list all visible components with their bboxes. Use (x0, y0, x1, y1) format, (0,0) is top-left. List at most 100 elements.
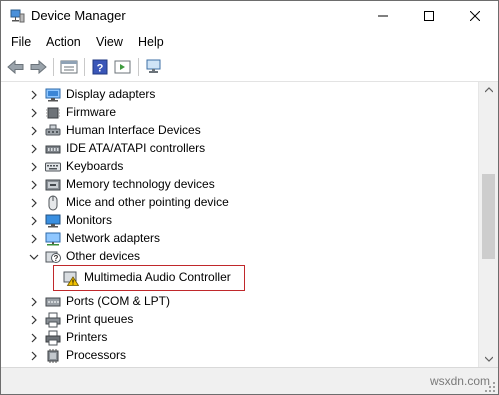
menu-help[interactable]: Help (138, 35, 164, 49)
tree-item-network-adapters[interactable]: Network adapters (1, 230, 478, 248)
monitor-icon (45, 213, 61, 229)
tree-item-label: Print queues (66, 312, 134, 326)
tree-item-ide-controllers[interactable]: IDE ATA/ATAPI controllers (1, 140, 478, 158)
properties-button[interactable] (59, 57, 79, 77)
back-button[interactable] (6, 57, 26, 77)
svg-text:?: ? (54, 254, 59, 263)
chevron-right-icon[interactable] (29, 234, 39, 244)
tree-item-label: Monitors (66, 213, 113, 227)
tree-item-print-queues[interactable]: Print queues (1, 311, 478, 329)
chevron-right-icon[interactable] (29, 180, 39, 190)
tree-item-human-interface-devices[interactable]: Human Interface Devices (1, 122, 478, 140)
chevron-right-icon[interactable] (29, 144, 39, 154)
close-button[interactable] (452, 1, 498, 31)
tree-item-label: Processors (66, 348, 127, 362)
vertical-scrollbar[interactable] (478, 82, 498, 367)
network-adapter-icon (45, 231, 61, 247)
tree-item-display-adapters[interactable]: Display adapters (1, 86, 478, 104)
tree-item-keyboards[interactable]: Keyboards (1, 158, 478, 176)
scroll-down-button[interactable] (479, 351, 498, 367)
device-manager-app-icon (9, 8, 25, 24)
forward-icon (30, 59, 47, 75)
memory-device-icon (45, 177, 61, 193)
menu-file[interactable]: File (11, 35, 31, 49)
tree-item-firmware[interactable]: Firmware (1, 104, 478, 122)
maximize-icon (424, 11, 434, 21)
tree-item-label: Display adapters (66, 87, 156, 101)
view-icon (114, 60, 131, 74)
chevron-right-icon[interactable] (29, 297, 39, 307)
toolbar-separator (84, 58, 85, 76)
chevron-right-icon[interactable] (29, 108, 39, 118)
chevron-right-icon[interactable] (29, 333, 39, 343)
toolbar-separator (138, 58, 139, 76)
chevron-right-icon[interactable] (29, 162, 39, 172)
tree-item-mice[interactable]: Mice and other pointing device (1, 194, 478, 212)
tree-item-label: Other devices (66, 249, 141, 263)
toolbar: ? (1, 53, 498, 82)
scan-hardware-icon (146, 59, 161, 73)
minimize-button[interactable] (360, 1, 406, 31)
title-bar[interactable]: Device Manager (1, 1, 498, 31)
scroll-up-icon (485, 87, 493, 93)
menu-view[interactable]: View (96, 35, 123, 49)
tree-item-label: Mice and other pointing device (66, 195, 229, 209)
ide-controller-icon (45, 141, 61, 157)
resize-grip-icon[interactable] (484, 381, 496, 393)
chevron-right-icon[interactable] (29, 315, 39, 325)
port-icon (45, 294, 61, 310)
scrollbar-thumb[interactable] (482, 174, 495, 259)
tree-item-ports[interactable]: Ports (COM & LPT) (1, 293, 478, 311)
tree-item-label: IDE ATA/ATAPI controllers (66, 141, 206, 155)
tree-item-label: Firmware (66, 105, 116, 119)
maximize-button[interactable] (406, 1, 452, 31)
chevron-right-icon[interactable] (29, 216, 39, 226)
chevron-right-icon[interactable] (29, 126, 39, 136)
unknown-device-icon: ? (45, 249, 61, 265)
chevron-right-icon[interactable] (29, 198, 39, 208)
status-bar: wsxdn.com (1, 367, 498, 394)
minimize-icon (378, 15, 388, 17)
menu-action[interactable]: Action (46, 35, 81, 49)
tree-item-printers[interactable]: Printers (1, 329, 478, 347)
scan-hardware-button[interactable] (144, 57, 164, 77)
device-tree[interactable]: Display adapters Firmware Human Interfac… (1, 82, 478, 367)
processor-icon (45, 348, 61, 364)
hid-icon (45, 123, 61, 139)
keyboard-icon (45, 159, 61, 175)
firmware-icon (45, 105, 61, 121)
device-manager-window: Device Manager File Action View Help ? D… (0, 0, 499, 395)
watermark-text: wsxdn.com (429, 374, 490, 388)
mouse-icon (45, 195, 61, 211)
help-icon: ? (92, 59, 108, 75)
tree-item-label: Network adapters (66, 231, 161, 245)
highlight-annotation-box (53, 265, 245, 291)
tree-item-label: Keyboards (66, 159, 124, 173)
tree-item-label: Ports (COM & LPT) (66, 294, 171, 308)
print-queue-icon (45, 312, 61, 328)
forward-button[interactable] (28, 57, 48, 77)
tree-item-monitors[interactable]: Monitors (1, 212, 478, 230)
menu-bar: File Action View Help (1, 31, 498, 53)
help-button[interactable]: ? (90, 57, 110, 77)
tree-item-label: Human Interface Devices (66, 123, 201, 137)
back-icon (7, 59, 24, 75)
tree-item-processors[interactable]: Processors (1, 347, 478, 365)
view-button[interactable] (113, 57, 133, 77)
scroll-down-icon (485, 356, 493, 362)
close-icon (470, 11, 480, 21)
tree-item-memory-technology-devices[interactable]: Memory technology devices (1, 176, 478, 194)
svg-text:?: ? (97, 63, 104, 75)
scroll-up-button[interactable] (479, 82, 498, 98)
properties-icon (60, 60, 78, 74)
chevron-right-icon[interactable] (29, 351, 39, 361)
chevron-right-icon[interactable] (29, 90, 39, 100)
chevron-down-icon[interactable] (29, 252, 39, 262)
tree-item-label: Printers (66, 330, 108, 344)
display-adapter-icon (45, 87, 61, 103)
window-title: Device Manager (31, 8, 126, 23)
printer-icon (45, 330, 61, 346)
tree-item-label: Memory technology devices (66, 177, 215, 191)
tree-item-other-devices[interactable]: ? Other devices (1, 248, 478, 266)
toolbar-separator (53, 58, 54, 76)
